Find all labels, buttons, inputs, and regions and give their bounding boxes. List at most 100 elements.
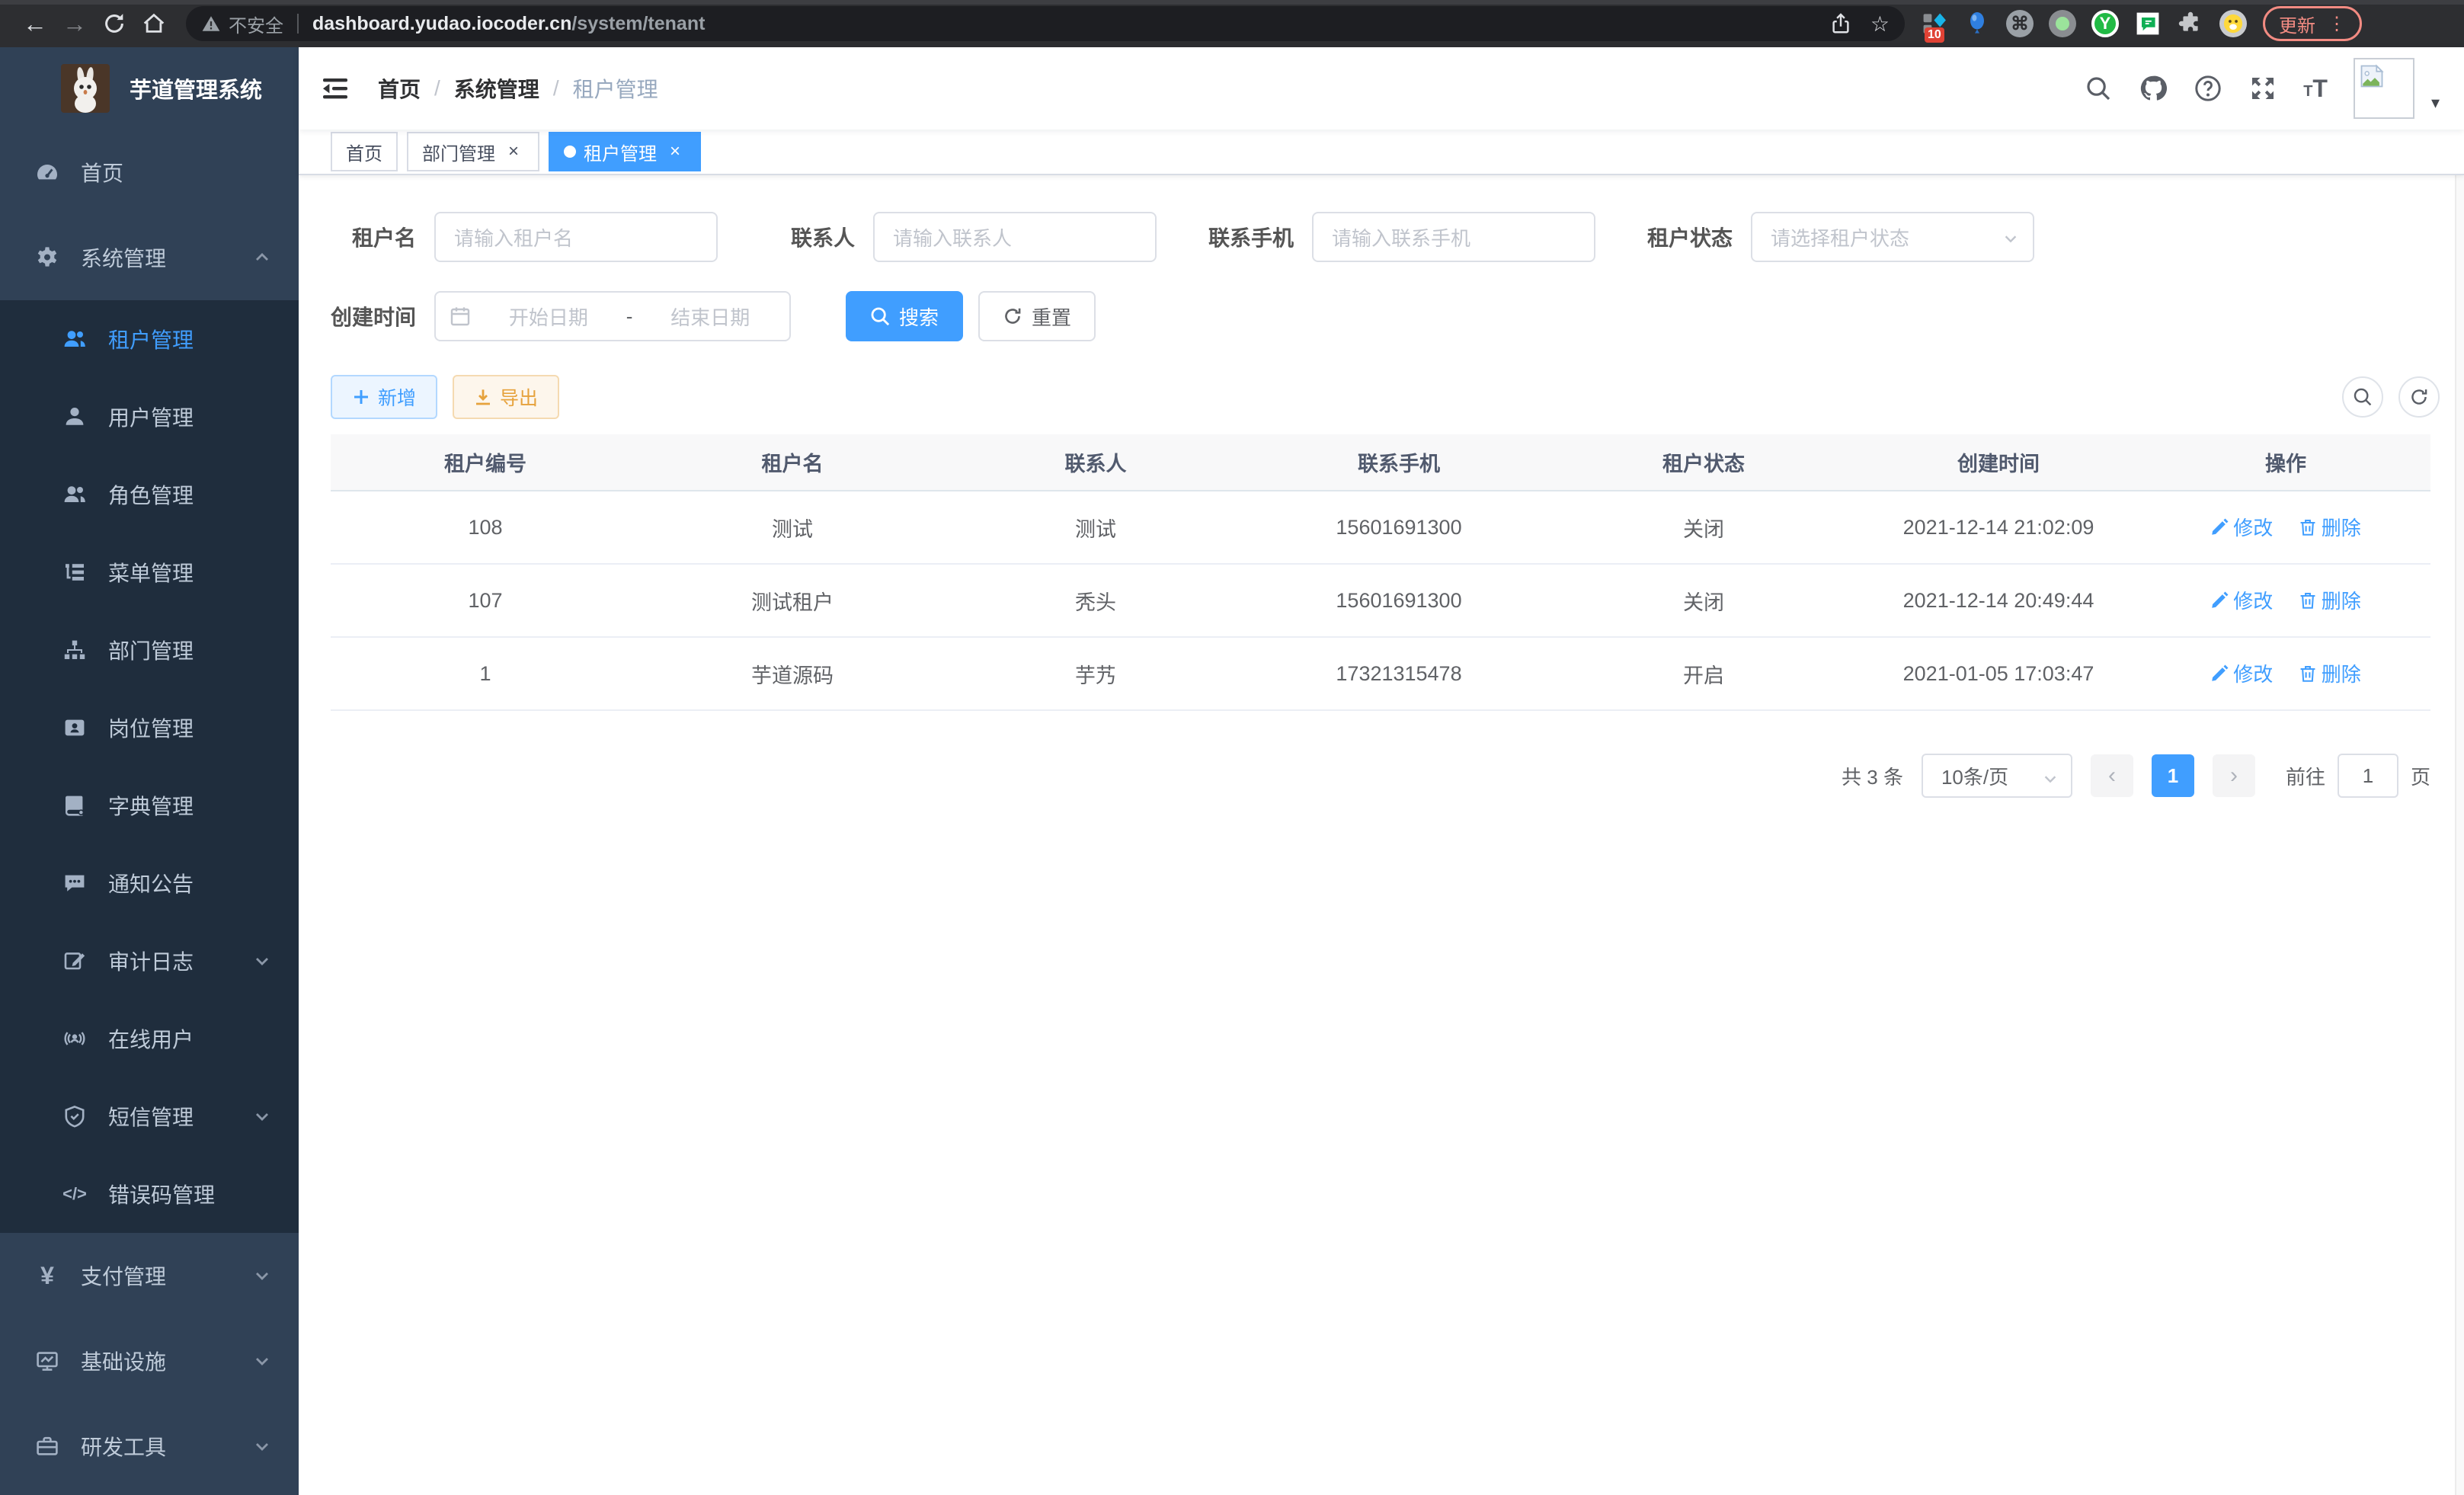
- sidebar-item-payment[interactable]: ¥ 支付管理: [0, 1233, 299, 1318]
- tag-tenant-active[interactable]: 租户管理 ×: [549, 132, 701, 171]
- sidebar-item-menu[interactable]: 菜单管理: [0, 533, 299, 611]
- delete-row-button[interactable]: 删除: [2299, 586, 2361, 614]
- col-status: 租户状态: [1551, 434, 1856, 491]
- browser-home-button[interactable]: [134, 11, 174, 37]
- cell-tenant-id: 108: [331, 491, 640, 564]
- sidebar-item-dict[interactable]: 字典管理: [0, 767, 299, 844]
- add-button[interactable]: 新增: [331, 375, 437, 419]
- page-size-select[interactable]: 10条/页: [1922, 754, 2072, 798]
- extension-chat-button[interactable]: [2133, 9, 2162, 38]
- sidebar-item-system[interactable]: 系统管理: [0, 215, 299, 300]
- sidebar-item-online-users[interactable]: 在线用户: [0, 1000, 299, 1077]
- sidebar-item-label: 基础设施: [81, 1346, 166, 1376]
- refresh-icon: [2409, 387, 2429, 407]
- command-extension-icon: ⌘: [2006, 10, 2034, 37]
- sidebar-item-label: 租户管理: [108, 324, 194, 354]
- goto-page-input[interactable]: 1: [2338, 754, 2398, 798]
- next-page-button[interactable]: ›: [2213, 754, 2255, 797]
- security-status[interactable]: 不安全: [201, 11, 283, 37]
- filter-row-2: 创建时间 开始日期 - 结束日期 搜索 重置: [331, 291, 2440, 341]
- status-select[interactable]: 请选择租户状态: [1751, 212, 2034, 262]
- profile-avatar-button[interactable]: [2219, 9, 2248, 38]
- sidebar-item-post[interactable]: 岗位管理: [0, 689, 299, 767]
- cell-mobile: 15601691300: [1246, 564, 1551, 637]
- sidebar-logo[interactable]: 芋道管理系统: [0, 47, 299, 130]
- user-avatar[interactable]: [2354, 58, 2414, 119]
- browser-forward-button[interactable]: →: [55, 10, 94, 38]
- sidebar-item-home[interactable]: 首页: [0, 130, 299, 215]
- page-number-current[interactable]: 1: [2152, 754, 2194, 797]
- delete-row-button[interactable]: 删除: [2299, 659, 2361, 687]
- sidebar-item-notice[interactable]: 通知公告: [0, 844, 299, 922]
- search-button[interactable]: 搜索: [846, 291, 963, 341]
- avatar-dropdown-caret-icon[interactable]: ▾: [2431, 93, 2440, 119]
- sidebar-item-role[interactable]: 角色管理: [0, 456, 299, 533]
- extensions-puzzle-button[interactable]: [2176, 9, 2205, 38]
- edit-row-button[interactable]: 修改: [2210, 586, 2273, 614]
- filter-tenant-name: 租户名 请输入租户名: [331, 212, 718, 262]
- browser-reload-button[interactable]: [94, 11, 134, 37]
- page-scrollbar[interactable]: [2455, 47, 2464, 1495]
- sidebar-item-audit-log[interactable]: 审计日志: [0, 922, 299, 1000]
- mobile-input[interactable]: 请输入联系手机: [1312, 212, 1595, 262]
- sidebar-item-devtools[interactable]: 研发工具: [0, 1404, 299, 1489]
- sidebar-item-sms[interactable]: 短信管理: [0, 1077, 299, 1155]
- extension-record-button[interactable]: [2048, 9, 2077, 38]
- font-size-button[interactable]: TT: [2303, 76, 2328, 101]
- delete-row-button[interactable]: 删除: [2299, 513, 2361, 541]
- breadcrumb-home[interactable]: 首页: [378, 73, 421, 104]
- export-button[interactable]: 导出: [453, 375, 559, 419]
- calendar-icon: [450, 306, 471, 327]
- reset-button[interactable]: 重置: [978, 291, 1096, 341]
- header-search-button[interactable]: [2084, 74, 2113, 103]
- close-icon[interactable]: ×: [503, 141, 524, 162]
- contact-input[interactable]: 请输入联系人: [873, 212, 1157, 262]
- prev-page-button[interactable]: ‹: [2091, 754, 2133, 797]
- browser-back-button[interactable]: ←: [15, 10, 55, 38]
- browser-update-menu-button[interactable]: 更新 ⋮: [2263, 6, 2362, 41]
- sidebar-item-infra[interactable]: 基础设施: [0, 1318, 299, 1404]
- help-button[interactable]: [2194, 74, 2222, 103]
- omnibox-divider: [297, 14, 299, 34]
- page-unit-label: 页: [2411, 762, 2430, 790]
- download-icon: [474, 388, 492, 406]
- show-search-toggle-button[interactable]: [2342, 376, 2383, 418]
- edit-row-button[interactable]: 修改: [2210, 659, 2273, 687]
- tag-dept[interactable]: 部门管理 ×: [407, 132, 539, 171]
- close-icon[interactable]: ×: [664, 141, 686, 162]
- breadcrumb-system[interactable]: 系统管理: [454, 73, 539, 104]
- sidebar-item-tenant[interactable]: 租户管理: [0, 300, 299, 378]
- sidebar-item-label: 错误码管理: [108, 1179, 215, 1209]
- balloon-extension-icon: [1966, 11, 1989, 37]
- extension-y-button[interactable]: Y: [2091, 9, 2120, 38]
- contact-label: 联系人: [770, 222, 855, 252]
- sidebar-item-error-code[interactable]: </> 错误码管理: [0, 1155, 299, 1233]
- cell-tenant-id: 107: [331, 564, 640, 637]
- refresh-icon: [1003, 306, 1022, 326]
- edit-row-button[interactable]: 修改: [2210, 513, 2273, 541]
- tag-home[interactable]: 首页: [331, 132, 398, 171]
- fullscreen-button[interactable]: [2248, 74, 2277, 103]
- date-range-picker[interactable]: 开始日期 - 结束日期: [434, 291, 791, 341]
- bookmark-star-button[interactable]: ☆: [1870, 11, 1890, 37]
- cell-created: 2021-01-05 17:03:47: [1856, 637, 2141, 710]
- goto-label: 前往: [2286, 762, 2325, 790]
- message-bubble-icon: [62, 871, 87, 895]
- sidebar-toggle-button[interactable]: [320, 73, 350, 104]
- status-label: 租户状态: [1647, 222, 1733, 252]
- tenant-page: 租户名 请输入租户名 联系人 请输入联系人 联系手机 请输入联系手机 租户状态: [299, 175, 2464, 1495]
- extension-balloon-button[interactable]: [1963, 9, 1992, 38]
- refresh-table-button[interactable]: [2398, 376, 2440, 418]
- github-link-button[interactable]: [2139, 74, 2168, 103]
- sidebar-item-dept[interactable]: 部门管理: [0, 611, 299, 689]
- address-bar[interactable]: 不安全 dashboard.yudao.iocoder.cn/system/te…: [186, 6, 1905, 41]
- extension-blocks-button[interactable]: 10: [1920, 9, 1949, 38]
- reload-icon: [101, 11, 127, 37]
- extension-command-button[interactable]: ⌘: [2005, 9, 2034, 38]
- tags-view: 首页 部门管理 × 租户管理 ×: [299, 130, 2464, 175]
- share-button[interactable]: [1829, 12, 1852, 35]
- emoji-avatar-icon: [2219, 10, 2247, 37]
- cell-mobile: 15601691300: [1246, 491, 1551, 564]
- sidebar-item-user[interactable]: 用户管理: [0, 378, 299, 456]
- tenant-name-input[interactable]: 请输入租户名: [434, 212, 718, 262]
